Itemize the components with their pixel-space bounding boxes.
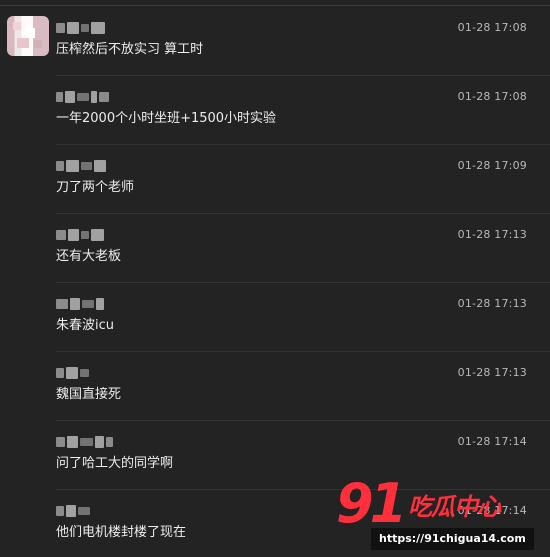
comment-item[interactable]: 01-28 17:13 还有大老板 — [0, 214, 550, 283]
comment-thread: 01-28 17:08 压榨然后不放实习 算工时 01-28 17:08 一年2… — [0, 0, 550, 557]
blurred-username — [56, 228, 104, 242]
comment-timestamp: 01-28 17:14 — [457, 435, 527, 448]
comment-item[interactable]: 01-28 17:08 一年2000个小时坐班+1500小时实验 — [0, 76, 550, 145]
comment-item[interactable]: 01-28 17:13 魏国直接死 — [0, 352, 550, 421]
blurred-username — [56, 366, 89, 380]
top-divider — [0, 5, 550, 6]
comment-item[interactable]: 01-28 17:08 压榨然后不放实习 算工时 — [0, 7, 550, 76]
comment-text: 刀了两个老师 — [56, 180, 135, 195]
blurred-username — [56, 21, 105, 35]
comment-text: 问了哈工大的同学啊 — [56, 456, 174, 471]
comment-text: 朱春波icu — [56, 318, 114, 333]
comment-text: 魏国直接死 — [56, 387, 122, 402]
blurred-username — [56, 159, 106, 173]
comment-timestamp: 01-28 17:13 — [457, 297, 527, 310]
comment-text: 一年2000个小时坐班+1500小时实验 — [56, 111, 277, 126]
comment-timestamp: 01-28 17:13 — [457, 228, 527, 241]
comment-item[interactable]: 01-28 17:14 他们电机楼封楼了现在 — [0, 490, 550, 557]
comment-item[interactable]: 01-28 17:14 问了哈工大的同学啊 — [0, 421, 550, 490]
comment-timestamp: 01-28 17:14 — [457, 504, 527, 517]
comment-text: 压榨然后不放实习 算工时 — [56, 42, 204, 57]
blurred-username — [56, 504, 90, 518]
comment-text: 还有大老板 — [56, 249, 122, 264]
comment-timestamp: 01-28 17:08 — [457, 90, 527, 103]
comment-text: 他们电机楼封楼了现在 — [56, 525, 187, 540]
blurred-username — [56, 90, 109, 104]
blurred-username — [56, 297, 104, 311]
comment-timestamp: 01-28 17:09 — [457, 159, 527, 172]
comment-item[interactable]: 01-28 17:13 朱春波icu — [0, 283, 550, 352]
comment-timestamp: 01-28 17:08 — [457, 21, 527, 34]
comment-timestamp: 01-28 17:13 — [457, 366, 527, 379]
blurred-username — [56, 435, 113, 449]
comment-item[interactable]: 01-28 17:09 刀了两个老师 — [0, 145, 550, 214]
